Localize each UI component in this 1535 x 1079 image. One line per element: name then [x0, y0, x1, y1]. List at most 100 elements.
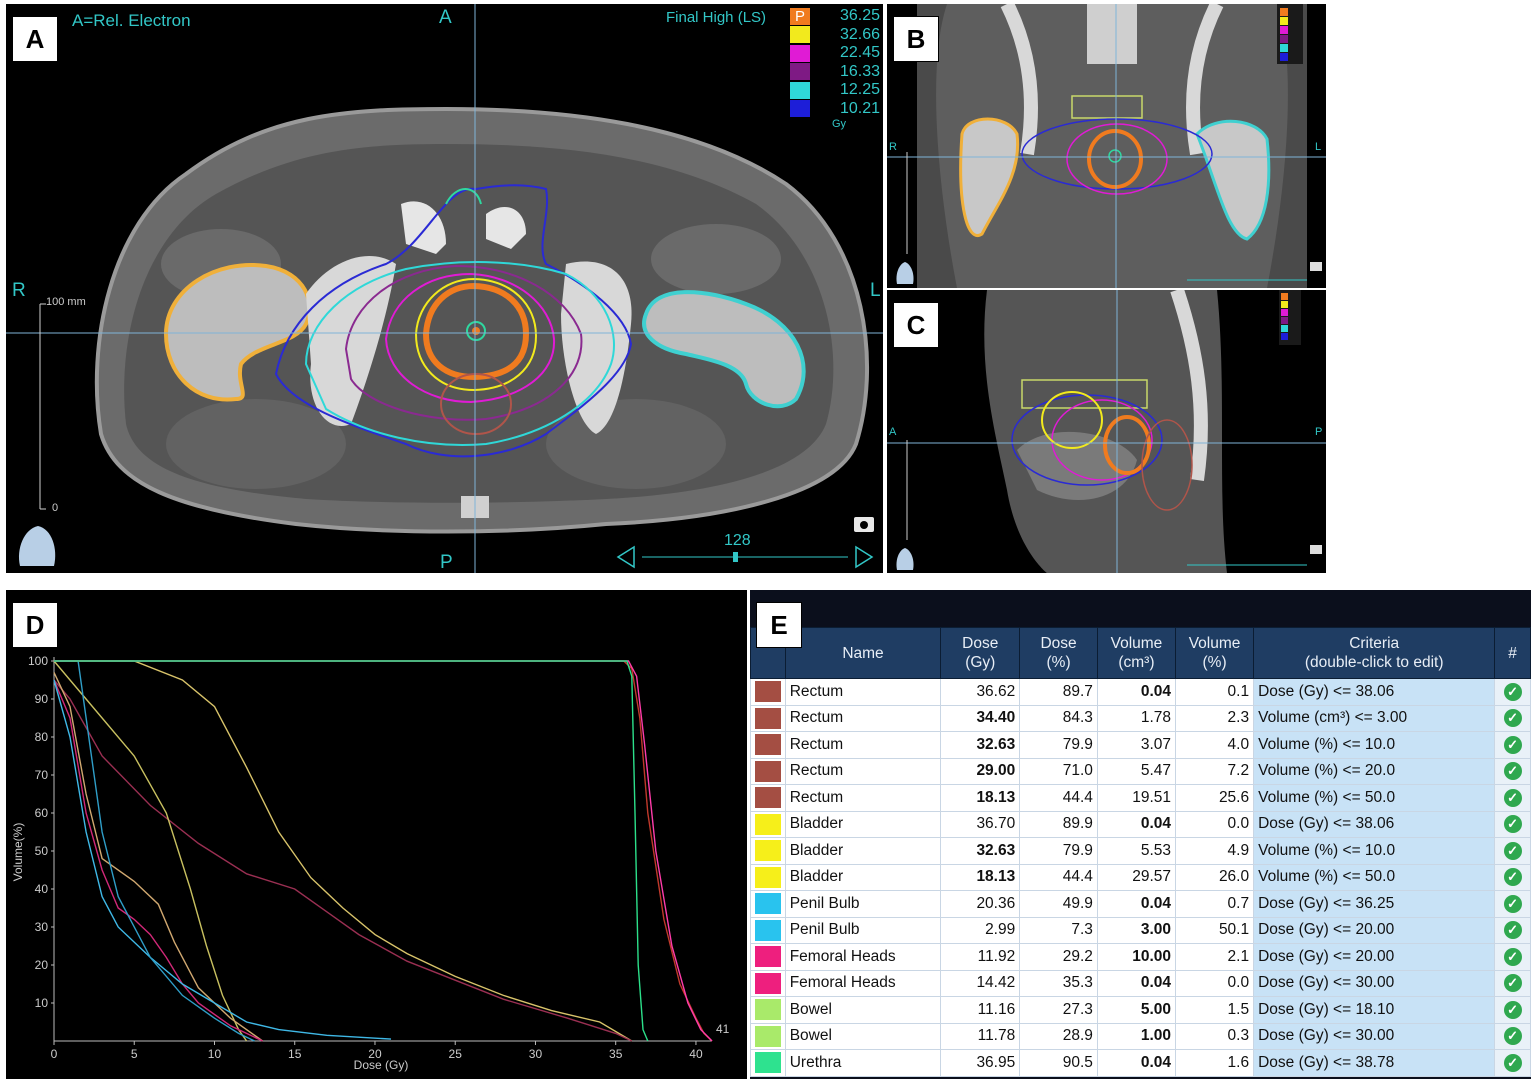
criteria-cell[interactable]: Volume (%) <= 10.0	[1253, 731, 1496, 759]
table-row[interactable]: Bladder 32.63 79.9 5.53 4.9 Volume (%) <= 10.…	[750, 837, 1531, 865]
structure-name: Bladder	[784, 837, 942, 865]
column-header[interactable]: #	[1494, 627, 1531, 679]
x-axis-label: Dose (Gy)	[354, 1058, 409, 1072]
check-icon: ✓	[1503, 894, 1522, 913]
criteria-cell[interactable]: Dose (Gy) <= 18.10	[1253, 996, 1496, 1024]
structure-color-cell	[750, 810, 786, 838]
column-header[interactable]: Dose (%)	[1019, 627, 1098, 679]
y-tick-label: 100	[28, 654, 48, 668]
dose-legend-unit: Gy	[832, 118, 847, 130]
axial-ct-view[interactable]: A A=Rel. Electron A P R L 100 mm 0 128 F…	[6, 4, 883, 573]
criteria-cell[interactable]: Volume (%) <= 20.0	[1253, 757, 1496, 785]
criteria-cell[interactable]: Volume (cm³) <= 3.00	[1253, 704, 1496, 732]
status-cell: ✓	[1494, 837, 1531, 865]
table-row[interactable]: Rectum 36.62 89.7 0.04 0.1 Dose (Gy) <= 38.06…	[750, 678, 1531, 706]
column-header[interactable]: Volume (%)	[1174, 627, 1255, 679]
table-row[interactable]: Penil Bulb 20.36 49.9 0.04 0.7 Dose (Gy) <= 3…	[750, 890, 1531, 918]
structure-color-swatch	[754, 972, 781, 994]
status-cell: ✓	[1494, 916, 1531, 944]
y-tick-label: 20	[35, 958, 49, 972]
criteria-cell[interactable]: Dose (Gy) <= 20.00	[1253, 943, 1496, 971]
structure-color-cell	[750, 996, 786, 1024]
criteria-cell[interactable]: Dose (Gy) <= 20.00	[1253, 916, 1496, 944]
value-cell-vol-pct: 7.2	[1174, 757, 1255, 785]
structure-color-swatch	[754, 707, 781, 729]
dose-legend-item: 32.66	[790, 26, 882, 45]
criteria-cell[interactable]: Dose (Gy) <= 30.00	[1253, 1022, 1496, 1050]
criteria-cell[interactable]: Volume (%) <= 50.0	[1253, 784, 1496, 812]
value-cell-vol-pct: 1.6	[1174, 1049, 1255, 1077]
dose-legend-value: 12.25	[839, 81, 880, 99]
y-axis-label: Volume(%)	[11, 823, 25, 882]
value-cell-vol-pct: 0.3	[1174, 1022, 1255, 1050]
table-row[interactable]: Femoral Heads 14.42 35.3 0.04 0.0 Dose (Gy) <…	[750, 969, 1531, 997]
criteria-cell[interactable]: Dose (Gy) <= 38.06	[1253, 810, 1496, 838]
column-header[interactable]: Volume (cm³)	[1096, 627, 1177, 679]
table-row[interactable]: Rectum 29.00 71.0 5.47 7.2 Volume (%) <= 20.0…	[750, 757, 1531, 785]
criteria-cell[interactable]: Dose (Gy) <= 38.06	[1253, 678, 1496, 706]
table-row[interactable]: Femoral Heads 11.92 29.2 10.00 2.1 Dose (Gy) …	[750, 943, 1531, 971]
dose-legend-value: 22.45	[839, 44, 880, 62]
table-row[interactable]: Rectum 18.13 44.4 19.51 25.6 Volume (%) <= 50…	[750, 784, 1531, 812]
table-row[interactable]: Urethra 36.95 90.5 0.04 1.6 Dose (Gy) <= 38.7…	[750, 1049, 1531, 1077]
column-header[interactable]: Criteria (double-click to edit)	[1253, 627, 1496, 679]
table-row[interactable]: Rectum 34.40 84.3 1.78 2.3 Volume (cm³) <= 3.…	[750, 704, 1531, 732]
table-row[interactable]: Bowel 11.16 27.3 5.00 1.5 Dose (Gy) <= 18.10 ✓	[750, 996, 1531, 1024]
value-cell-dose-gy: 34.40	[940, 704, 1021, 732]
dvh-series-line	[54, 660, 713, 1042]
panel-label-c: C	[893, 302, 939, 348]
structure-color-cell	[750, 1049, 786, 1077]
value-cell-dose-pct: 90.5	[1019, 1049, 1098, 1077]
scale-top-label: 100 mm	[46, 296, 86, 308]
dose-legend-swatch	[790, 100, 810, 118]
check-icon: ✓	[1503, 1027, 1522, 1046]
dose-constraints-table: Name Dose (Gy) Dose (%) Volume (cm³) Volume …	[750, 627, 1531, 1077]
check-icon: ✓	[1503, 788, 1522, 807]
criteria-cell[interactable]: Dose (Gy) <= 38.78	[1253, 1049, 1496, 1077]
value-cell-dose-pct: 84.3	[1019, 704, 1098, 732]
orient-left: A	[889, 426, 897, 438]
y-tick-label: 40	[35, 882, 49, 896]
table-row[interactable]: Bladder 18.13 44.4 29.57 26.0 Volume (%) <= 5…	[750, 863, 1531, 891]
criteria-cell[interactable]: Volume (%) <= 10.0	[1253, 837, 1496, 865]
value-cell-dose-pct: 35.3	[1019, 969, 1098, 997]
column-header[interactable]: Name	[784, 627, 942, 679]
value-cell-vol-cm3: 0.04	[1096, 890, 1177, 918]
panel-label-e: E	[756, 602, 802, 648]
value-cell-dose-gy: 18.13	[940, 863, 1021, 891]
dose-legend-value: 10.21	[839, 99, 880, 117]
value-cell-dose-gy: 36.70	[940, 810, 1021, 838]
x-tick-label: 10	[208, 1047, 222, 1061]
table-row[interactable]: Bowel 11.78 28.9 1.00 0.3 Dose (Gy) <= 30.00 ✓	[750, 1022, 1531, 1050]
status-cell: ✓	[1494, 1049, 1531, 1077]
criteria-cell[interactable]: Dose (Gy) <= 30.00	[1253, 969, 1496, 997]
value-cell-vol-pct: 4.0	[1174, 731, 1255, 759]
table-row[interactable]: Rectum 32.63 79.9 3.07 4.0 Volume (%) <= 10.0…	[750, 731, 1531, 759]
column-header[interactable]: Dose (Gy)	[940, 627, 1021, 679]
y-tick-label: 90	[35, 692, 49, 706]
criteria-cell[interactable]: Volume (%) <= 50.0	[1253, 863, 1496, 891]
dvh-series-line	[53, 679, 633, 1042]
criteria-cell[interactable]: Dose (Gy) <= 36.25	[1253, 890, 1496, 918]
value-cell-vol-pct: 0.7	[1174, 890, 1255, 918]
value-cell-vol-cm3: 0.04	[1096, 969, 1177, 997]
scale-bottom-label: 0	[52, 502, 59, 514]
value-cell-dose-gy: 18.13	[940, 784, 1021, 812]
coronal-ct-view[interactable]: B R L	[887, 4, 1326, 288]
structure-name: Rectum	[784, 678, 942, 706]
value-cell-dose-pct: 44.4	[1019, 863, 1098, 891]
value-cell-vol-pct: 1.5	[1174, 996, 1255, 1024]
value-cell-dose-pct: 79.9	[1019, 837, 1098, 865]
dose-legend-swatch	[790, 26, 810, 44]
status-cell: ✓	[1494, 731, 1531, 759]
x-tick-label: 25	[449, 1047, 463, 1061]
y-tick-label: 60	[35, 806, 49, 820]
table-row[interactable]: Penil Bulb 2.99 7.3 3.00 50.1 Dose (Gy) <= 20…	[750, 916, 1531, 944]
value-cell-dose-gy: 11.92	[940, 943, 1021, 971]
structure-color-swatch	[754, 734, 781, 756]
orient-right: L	[1315, 141, 1322, 153]
value-cell-dose-gy: 11.16	[940, 996, 1021, 1024]
table-row[interactable]: Bladder 36.70 89.9 0.04 0.0 Dose (Gy) <= 38.0…	[750, 810, 1531, 838]
orient-right: L	[870, 280, 881, 301]
sagittal-ct-view[interactable]: C A P	[887, 290, 1326, 573]
